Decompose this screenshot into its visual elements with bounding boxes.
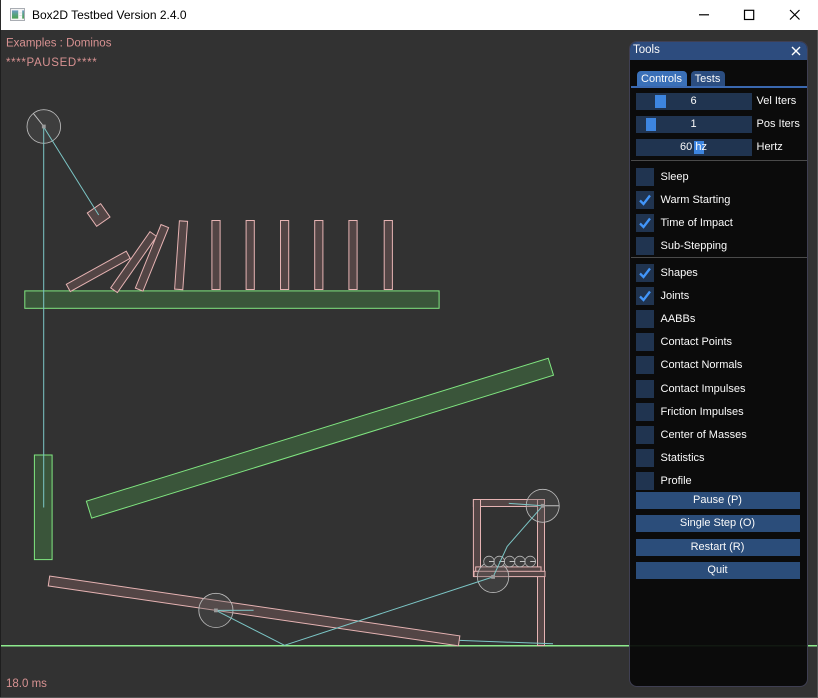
svg-text:18.0 ms: 18.0 ms xyxy=(6,678,47,690)
svg-text:****PAUSED****: ****PAUSED**** xyxy=(6,57,97,69)
svg-text:Examples : Dominos: Examples : Dominos xyxy=(6,38,112,50)
